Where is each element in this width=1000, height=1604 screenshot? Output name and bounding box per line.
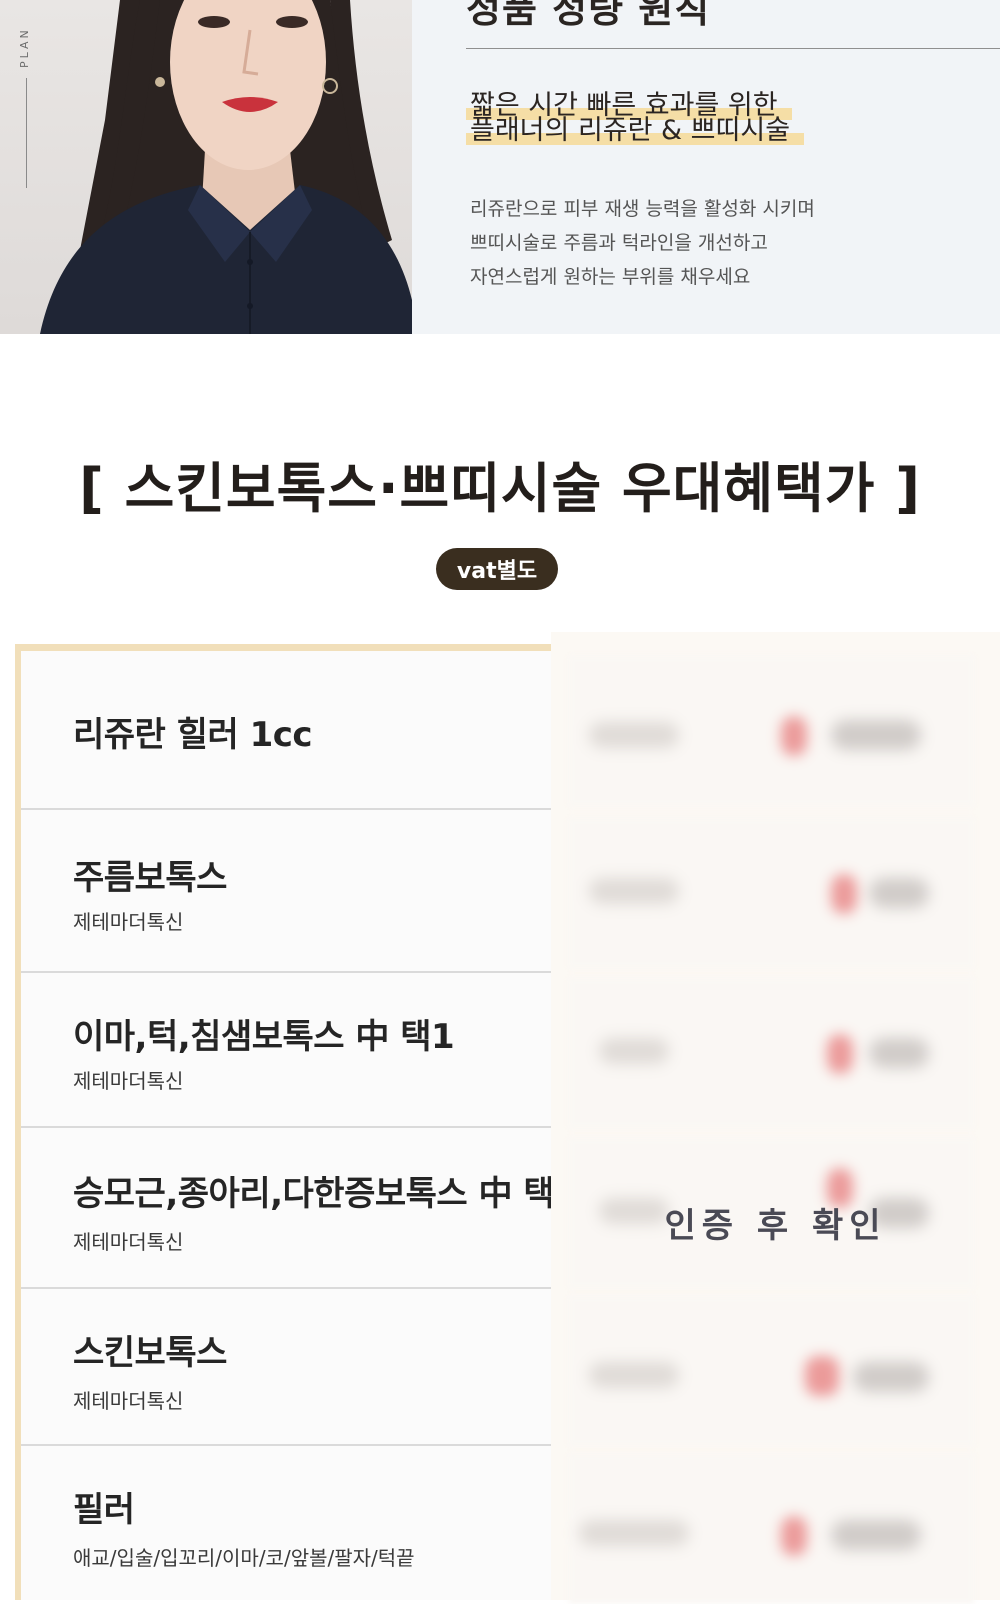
section-title: [ 스킨보톡스·쁘띠시술 우대혜택가 ] (79, 457, 921, 520)
treatment-subtitle: 제테마더톡신 (73, 1389, 184, 1413)
treatment-subtitle: 제테마더톡신 (73, 910, 184, 934)
verify-notice[interactable]: 인증 후 확인 (551, 1198, 1000, 1247)
blurred-discount-mark (781, 716, 807, 756)
treatment-row: 리쥬란 힐러 1cc (21, 651, 551, 810)
blurred-regular-price (589, 1362, 679, 1388)
hero-description: 리쥬란으로 피부 재생 능력을 활성화 시키며 쁘띠시술로 주름과 턱라인을 개… (470, 192, 815, 294)
hero-highlight: 짧은 시간 빠른 효과를 위한 플래너의 리쥬란 & 쁘띠시술 (466, 88, 805, 149)
hero-highlight-line: 플래너의 리쥬란 & 쁘띠시술 (466, 113, 805, 149)
doctor-portrait-image (40, 0, 412, 334)
blurred-regular-price (589, 878, 679, 904)
table-top-border (15, 644, 551, 651)
treatment-row: 승모근,종아리,다한증보톡스 中 택1 제테마더톡신 (21, 1128, 578, 1289)
blurred-discount-mark (805, 1356, 839, 1396)
hero-description-line: 리쥬란으로 피부 재생 능력을 활성화 시키며 (470, 198, 815, 220)
blurred-regular-price (599, 1038, 669, 1064)
blurred-price-row (569, 1296, 974, 1446)
treatment-name: 이마,턱,침샘보톡스 中 택1 (73, 1017, 455, 1057)
blurred-regular-price (589, 722, 679, 748)
blurred-discount-mark (827, 1034, 853, 1074)
brand-vertical-text: PLAN (18, 27, 31, 68)
blurred-price-panel[interactable]: 인증 후 확인 (551, 632, 1000, 1604)
blurred-regular-price (579, 1520, 689, 1546)
treatment-row: 스킨보톡스 제테마더톡신 (21, 1289, 551, 1446)
blurred-price-row (569, 1454, 974, 1604)
blurred-sale-price (831, 720, 921, 750)
blurred-price-row (569, 656, 974, 806)
treatment-name: 승모근,종아리,다한증보톡스 中 택1 (73, 1174, 578, 1214)
hero-description-line: 쁘띠시술로 주름과 턱라인을 개선하고 (470, 232, 768, 254)
blurred-price-row (569, 818, 974, 968)
hero-highlight-text: 플래너의 리쥬란 & 쁘띠시술 (470, 115, 791, 146)
doctor-portrait: PLAN (0, 0, 412, 334)
treatment-subtitle: 제테마더톡신 (73, 1230, 184, 1254)
hero-divider (466, 48, 1000, 49)
vat-badge: vat별도 (436, 548, 558, 590)
treatment-name: 리쥬란 힐러 1cc (73, 715, 313, 755)
treatment-row: 이마,턱,침샘보톡스 中 택1 제테마더톡신 (21, 973, 551, 1128)
blurred-discount-mark (831, 874, 857, 914)
treatment-row: 주름보톡스 제테마더톡신 (21, 810, 551, 973)
treatment-name: 필러 (73, 1490, 135, 1530)
blurred-sale-price (831, 1520, 921, 1550)
hero-banner: PLAN 정품 정량 원칙 짧은 시간 빠른 효과를 위한 플래너의 리쥬란 &… (0, 0, 1000, 334)
treatment-subtitle: 제테마더톡신 (73, 1069, 184, 1093)
blurred-sale-price (853, 1362, 929, 1392)
blurred-sale-price (869, 878, 929, 908)
blurred-discount-mark (781, 1516, 807, 1556)
price-table: 리쥬란 힐러 1cc 주름보톡스 제테마더톡신 이마,턱,침샘보톡스 中 택1 … (15, 632, 1000, 1604)
treatment-name: 스킨보톡스 (73, 1333, 227, 1373)
brand-divider (26, 78, 27, 188)
blurred-price-row (569, 978, 974, 1128)
treatment-row: 필러 애교/입술/입꼬리/이마/코/앞볼/팔자/턱끝 (21, 1446, 551, 1600)
treatment-name: 주름보톡스 (73, 858, 227, 898)
hero-title: 정품 정량 원칙 (466, 0, 711, 31)
blurred-sale-price (869, 1038, 929, 1068)
hero-description-line: 자연스럽게 원하는 부위를 채우세요 (470, 266, 751, 288)
treatment-subtitle: 애교/입술/입꼬리/이마/코/앞볼/팔자/턱끝 (73, 1546, 415, 1570)
